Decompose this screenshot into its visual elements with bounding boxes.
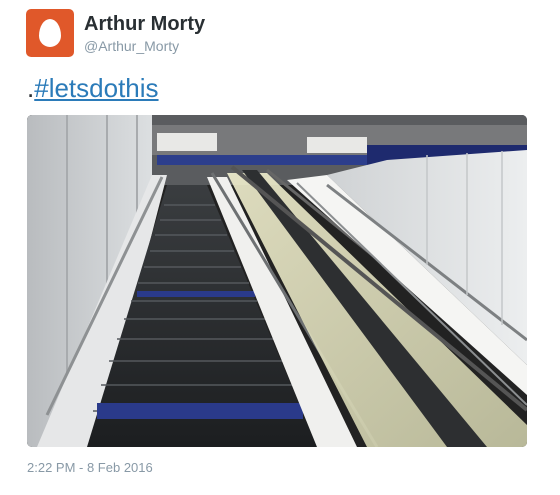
avatar[interactable] [26,9,74,57]
egg-avatar-icon [39,19,61,47]
tweet-timestamp[interactable]: 2:22 PM - 8 Feb 2016 [27,460,153,475]
author-display-name[interactable]: Arthur Morty [84,13,205,36]
hashtag-link[interactable]: #letsdothis [34,73,158,103]
staircase-escalator-photo [27,115,527,447]
tweet-photo[interactable] [27,115,527,447]
tweet-card: Arthur Morty @Arthur_Morty .#letsdothis [0,0,560,495]
tweet-text: .#letsdothis [27,72,159,104]
author-handle[interactable]: @Arthur_Morty [84,38,179,54]
